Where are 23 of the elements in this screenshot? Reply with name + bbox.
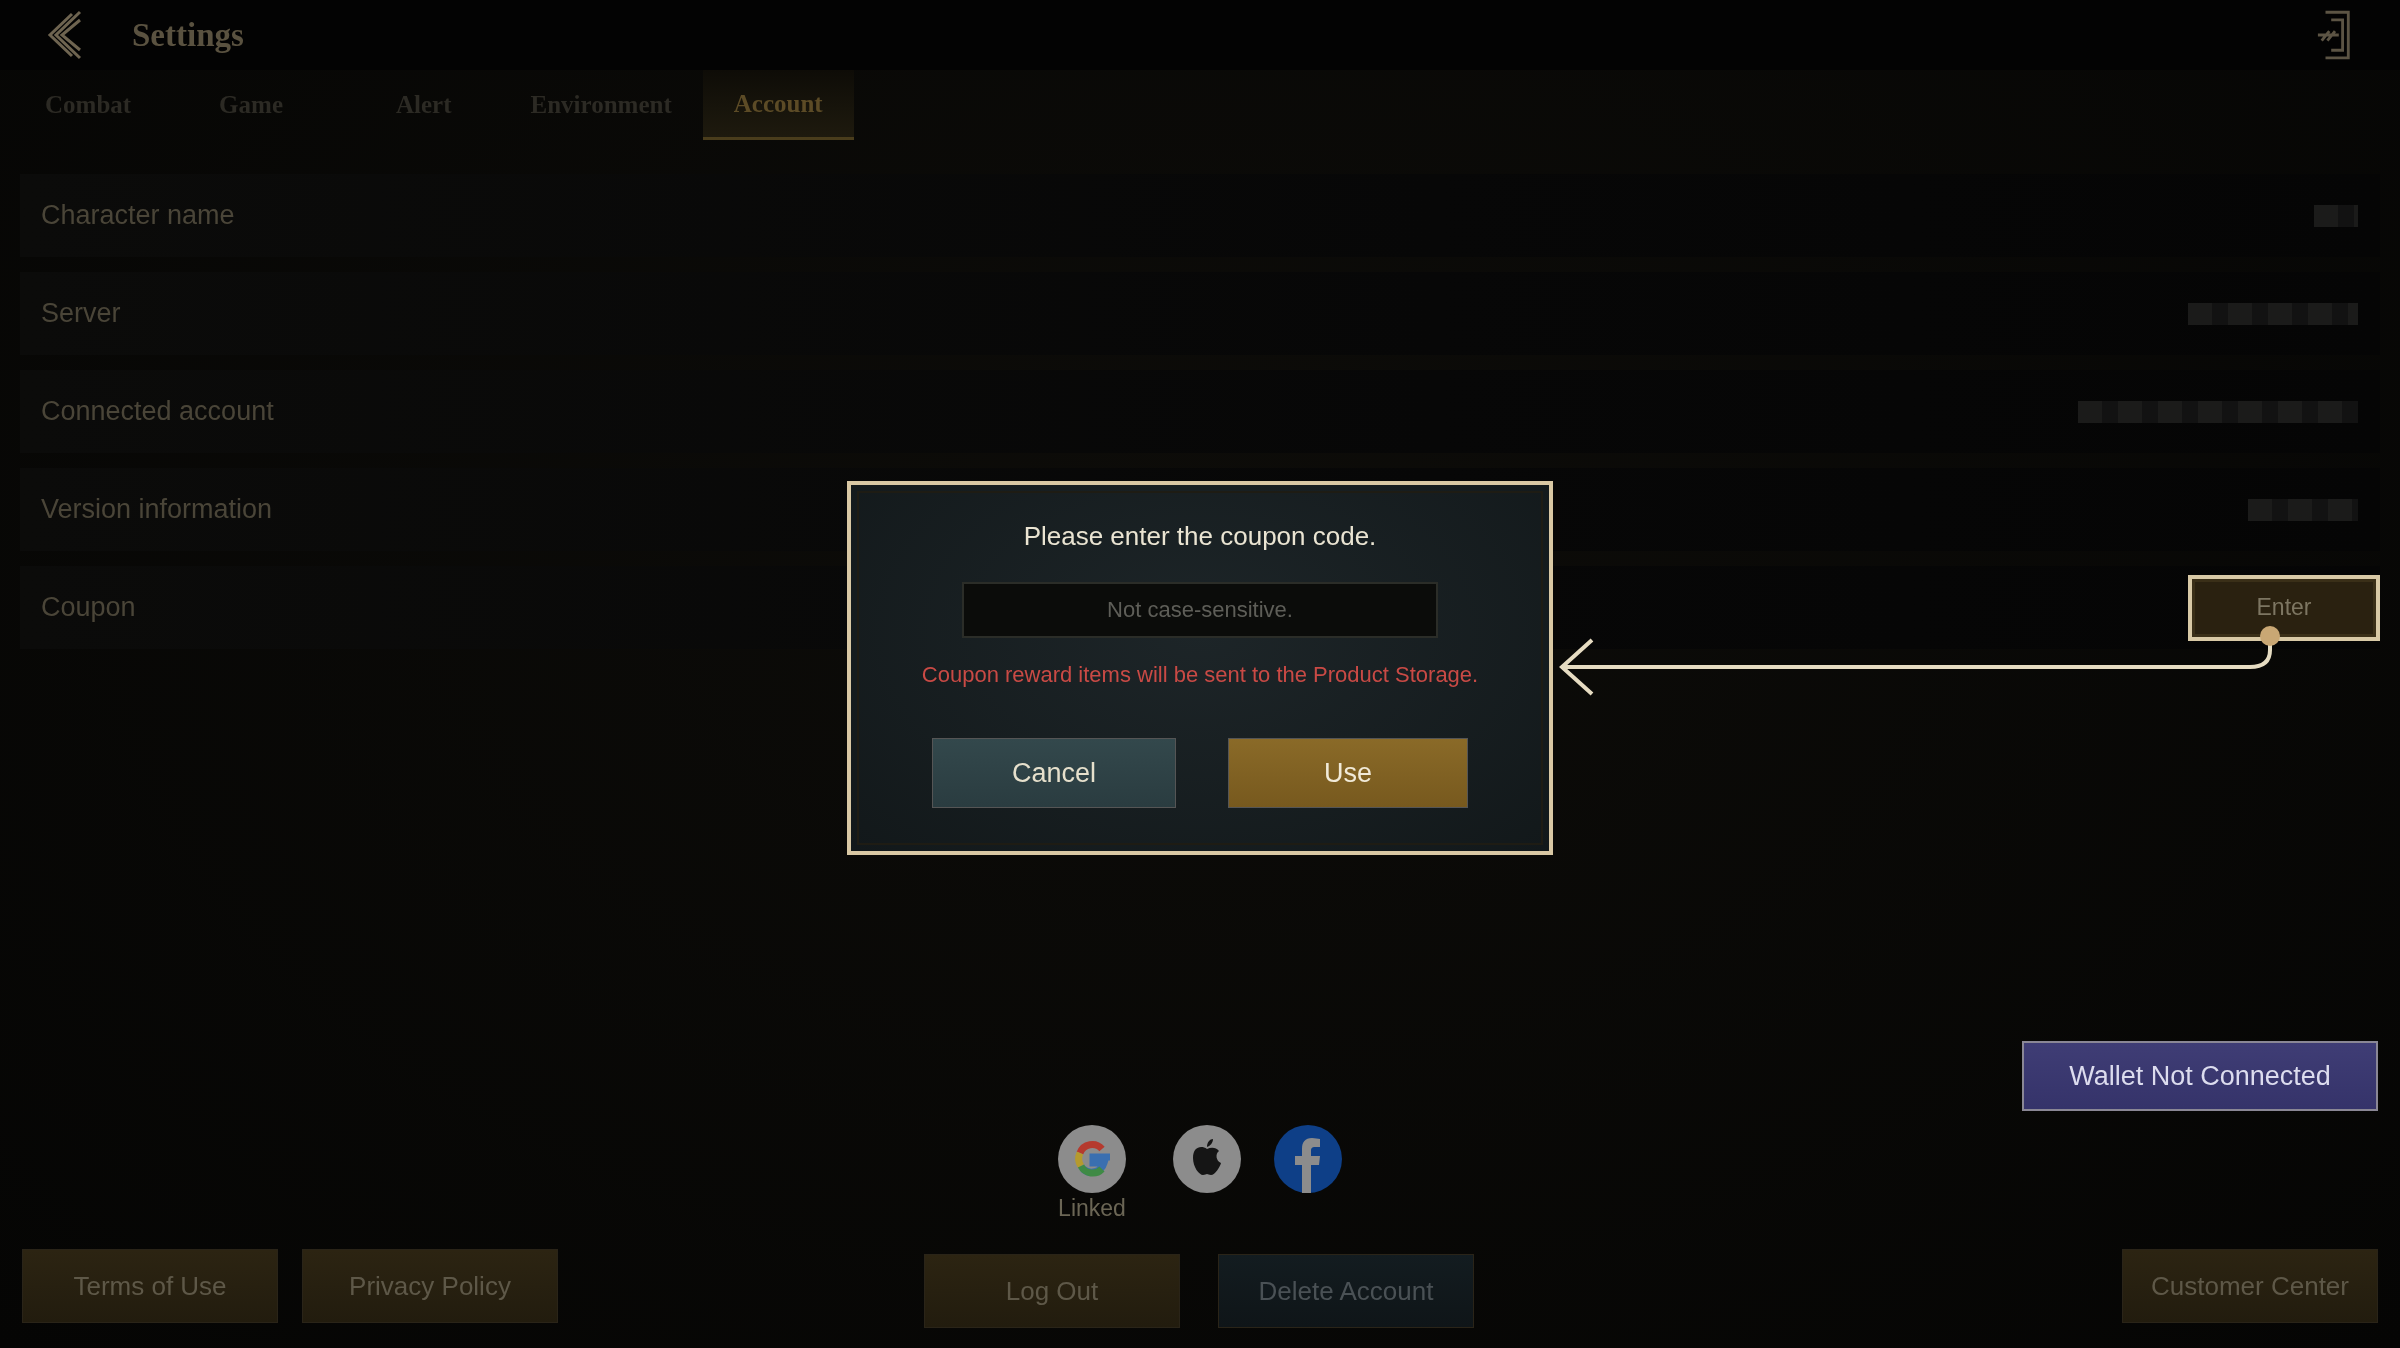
row-label: Coupon [41,592,136,623]
wallet-button[interactable]: Wallet Not Connected [2022,1041,2378,1111]
row-label: Connected account [41,396,274,427]
footer-button[interactable]: Privacy Policy [302,1249,558,1323]
row-label: Server [41,298,121,329]
notice-text: Coupon reward items will be sent to the Product Storage. [921,662,1479,688]
footer-button[interactable]: Terms of Use [22,1249,278,1323]
footer-button[interactable]: Log Out [924,1254,1180,1328]
google-icon[interactable] [1058,1125,1126,1193]
apple-icon[interactable] [1173,1125,1241,1193]
dialog-title: Please enter the coupon code. [1023,521,1377,552]
page-title: Settings [132,16,244,54]
row-label: Version information [41,494,273,525]
row-label: Character name [41,200,235,231]
footer-button[interactable]: Customer Center [2122,1249,2378,1323]
linked-label: Linked [1058,1195,1126,1222]
facebook-icon[interactable] [1274,1125,1342,1193]
use-button[interactable]: Use [1228,738,1468,808]
footer-button[interactable]: Delete Account [1218,1254,1474,1328]
tab[interactable]: Account [702,70,854,140]
enter-button[interactable]: Enter [2188,574,2380,641]
coupon-input[interactable]: Not case-sensitive. [962,582,1438,638]
cancel-button[interactable]: Cancel [932,738,1176,808]
